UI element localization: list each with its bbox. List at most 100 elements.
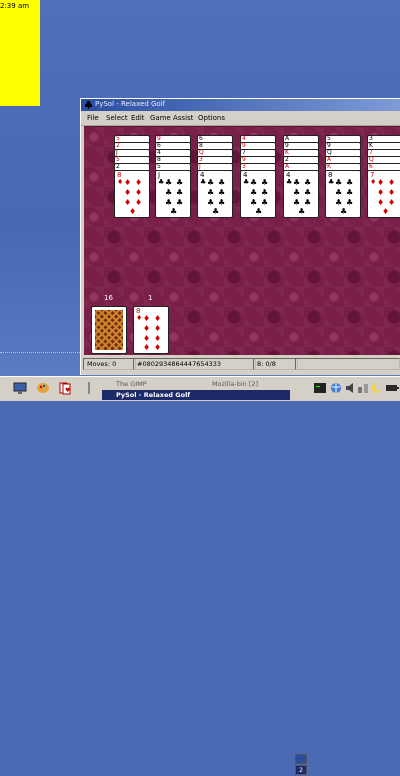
palette-icon[interactable] bbox=[36, 381, 50, 395]
terminal-icon[interactable] bbox=[313, 381, 327, 395]
stacked-card: 5 bbox=[114, 156, 150, 163]
stacked-card: A bbox=[325, 156, 361, 163]
task-label: PySol - Relaxed Golf bbox=[116, 391, 191, 399]
status-score: 8: 0/8 bbox=[253, 358, 298, 370]
stacked-card: 4 bbox=[240, 135, 276, 142]
card-pip: ♣ bbox=[293, 198, 301, 207]
stacked-card: 3 bbox=[240, 163, 276, 170]
card-pip: ♣ bbox=[346, 188, 354, 197]
tableau-column[interactable]: 3 K 7 Q 6 7 ♦ ♦ ♦ ♦ ♦ ♦ ♦ ♦ bbox=[367, 135, 400, 219]
window-title: PySol - Relaxed Golf bbox=[95, 100, 166, 108]
monitor-icon[interactable] bbox=[13, 381, 27, 395]
tableau-column[interactable]: A 9 K 2 A 4 ♣ ♣ ♣ ♣ ♣ ♣ ♣ ♣ bbox=[283, 135, 319, 219]
tableau-top-card[interactable]: 4 ♣ ♣ ♣ ♣ ♣ ♣ ♣ ♣ bbox=[197, 170, 233, 218]
tableau-top-card[interactable]: 4 ♣ ♣ ♣ ♣ ♣ ♣ ♣ ♣ bbox=[283, 170, 319, 218]
task-gimp[interactable]: The GIMP bbox=[102, 379, 197, 389]
card-pip: ♣ bbox=[261, 188, 269, 197]
stacked-card: 7 bbox=[240, 149, 276, 156]
menu-assist[interactable]: Assist bbox=[173, 114, 193, 122]
card-pip: ♣ bbox=[207, 198, 215, 207]
card-pip: ♣ bbox=[250, 198, 258, 207]
task-pysol[interactable]: PySol - Relaxed Golf bbox=[102, 390, 290, 400]
waste-pip: ♦ bbox=[154, 314, 162, 323]
game-board[interactable]: 5 2 J 5 2 8 ♦ ♦ ♦ ♦ ♦ ♦ ♦ ♦ 9 6 4 8 5 J ♣ ♣ ♣ ♣ ♣ ♣ ♣ ♣ 6 8 Q 3 J 4 ♣ ♣ ♣ ♣ ♣ ♣… bbox=[84, 126, 400, 355]
tableau-column[interactable]: 5 9 Q A K 8 ♣ ♣ ♣ ♣ ♣ ♣ ♣ ♣ bbox=[325, 135, 361, 219]
card-pip: ♣ bbox=[335, 198, 343, 207]
window-titlebar[interactable]: PySol - Relaxed Golf bbox=[81, 99, 400, 111]
menu-select[interactable]: Select bbox=[106, 114, 128, 122]
tableau-column[interactable]: 4 9 7 9 3 4 ♣ ♣ ♣ ♣ ♣ ♣ ♣ ♣ bbox=[240, 135, 276, 219]
tableau-column[interactable]: 9 6 4 8 5 J ♣ ♣ ♣ ♣ ♣ ♣ ♣ ♣ bbox=[155, 135, 191, 219]
stacked-card: 3 bbox=[197, 156, 233, 163]
svg-text:♥: ♥ bbox=[65, 387, 70, 394]
stacked-card: 4 bbox=[155, 149, 191, 156]
card-pip: ♦ bbox=[124, 188, 132, 197]
moon-icon[interactable] bbox=[370, 381, 384, 395]
waste-card[interactable]: 8 ♦ ♦ ♦ ♦ ♦ ♦ ♦ ♦ ♦ bbox=[133, 306, 169, 354]
stacked-card: 5 bbox=[155, 163, 191, 170]
tableau-top-card[interactable]: 8 ♦ ♦ ♦ ♦ ♦ ♦ ♦ ♦ bbox=[114, 170, 150, 218]
card-pip: ♣ bbox=[261, 198, 269, 207]
menu-game[interactable]: Game bbox=[150, 114, 171, 122]
card-pip: ♣ bbox=[165, 188, 173, 197]
waste-pip: ♦ bbox=[154, 343, 162, 352]
network-icon[interactable] bbox=[356, 381, 370, 395]
stacked-card: 9 bbox=[240, 156, 276, 163]
task-mozilla[interactable]: Mozilla-bin [2] bbox=[198, 379, 290, 389]
workspace-1[interactable] bbox=[295, 754, 307, 764]
cards-icon[interactable]: ♥ bbox=[58, 381, 72, 395]
stacked-card: Q bbox=[325, 149, 361, 156]
card-pip: ♣ bbox=[335, 178, 343, 187]
card-pip: ♣ bbox=[304, 178, 312, 187]
waste-pip: ♦ bbox=[143, 314, 151, 323]
card-pip: ♦ bbox=[129, 207, 137, 216]
card-pip: ♦ bbox=[388, 188, 396, 197]
menu-edit[interactable]: Edit bbox=[131, 114, 145, 122]
stacked-card: 2 bbox=[114, 142, 150, 149]
stacked-card: 2 bbox=[114, 163, 150, 170]
club-icon bbox=[84, 100, 93, 109]
battery-icon[interactable] bbox=[385, 381, 399, 395]
stacked-card: 8 bbox=[155, 156, 191, 163]
card-pip: ♣ bbox=[176, 188, 184, 197]
stacked-card: K bbox=[283, 149, 319, 156]
card-pip: ♣ bbox=[261, 178, 269, 187]
workspace-2[interactable]: 2 bbox=[295, 765, 307, 775]
card-suit: ♣ bbox=[286, 178, 293, 186]
stacked-card: Q bbox=[367, 156, 400, 163]
task-label: Mozilla-bin [2] bbox=[212, 380, 259, 388]
card-pip: ♦ bbox=[382, 207, 390, 216]
card-pip: ♣ bbox=[346, 198, 354, 207]
waste-pip: ♦ bbox=[143, 334, 151, 343]
tableau-top-card[interactable]: J ♣ ♣ ♣ ♣ ♣ ♣ ♣ ♣ bbox=[155, 170, 191, 218]
waste-pip: ♦ bbox=[154, 324, 162, 333]
menu-file[interactable]: File bbox=[87, 114, 99, 122]
tableau-top-card[interactable]: 7 ♦ ♦ ♦ ♦ ♦ ♦ ♦ ♦ bbox=[367, 170, 400, 218]
globe-icon[interactable] bbox=[329, 381, 343, 395]
tableau-column[interactable]: 6 8 Q 3 J 4 ♣ ♣ ♣ ♣ ♣ ♣ ♣ ♣ bbox=[197, 135, 233, 219]
card-pip: ♣ bbox=[255, 207, 263, 216]
card-pip: ♣ bbox=[170, 207, 178, 216]
card-pip: ♣ bbox=[250, 188, 258, 197]
card-pip: ♣ bbox=[207, 178, 215, 187]
stacked-card: 9 bbox=[283, 142, 319, 149]
clock-widget[interactable]: 2:39 am bbox=[0, 0, 40, 106]
menu-options[interactable]: Options bbox=[198, 114, 225, 122]
workspace-pager[interactable]: 2 bbox=[295, 754, 307, 776]
stacked-card: 5 bbox=[114, 135, 150, 142]
pysol-window: PySol - Relaxed Golf File Select Edit Ga… bbox=[80, 98, 400, 375]
tableau-top-card[interactable]: 4 ♣ ♣ ♣ ♣ ♣ ♣ ♣ ♣ bbox=[240, 170, 276, 218]
card-suit: ♦ bbox=[370, 178, 377, 186]
tableau-top-card[interactable]: 8 ♣ ♣ ♣ ♣ ♣ ♣ ♣ ♣ bbox=[325, 170, 361, 218]
card-pip: ♦ bbox=[135, 178, 143, 187]
stacked-card: A bbox=[283, 135, 319, 142]
card-pip: ♣ bbox=[218, 198, 226, 207]
card-pip: ♣ bbox=[218, 188, 226, 197]
stacked-card: Q bbox=[197, 149, 233, 156]
card-pip: ♣ bbox=[335, 188, 343, 197]
tableau-column[interactable]: 5 2 J 5 2 8 ♦ ♦ ♦ ♦ ♦ ♦ ♦ ♦ bbox=[114, 135, 150, 219]
stock-pile[interactable] bbox=[91, 306, 127, 354]
taskbar: ♥ The GIMP Mozilla-bin [2] PySol - Relax… bbox=[0, 376, 400, 775]
card-suit: ♣ bbox=[328, 178, 335, 186]
card-suit: ♣ bbox=[200, 178, 207, 186]
